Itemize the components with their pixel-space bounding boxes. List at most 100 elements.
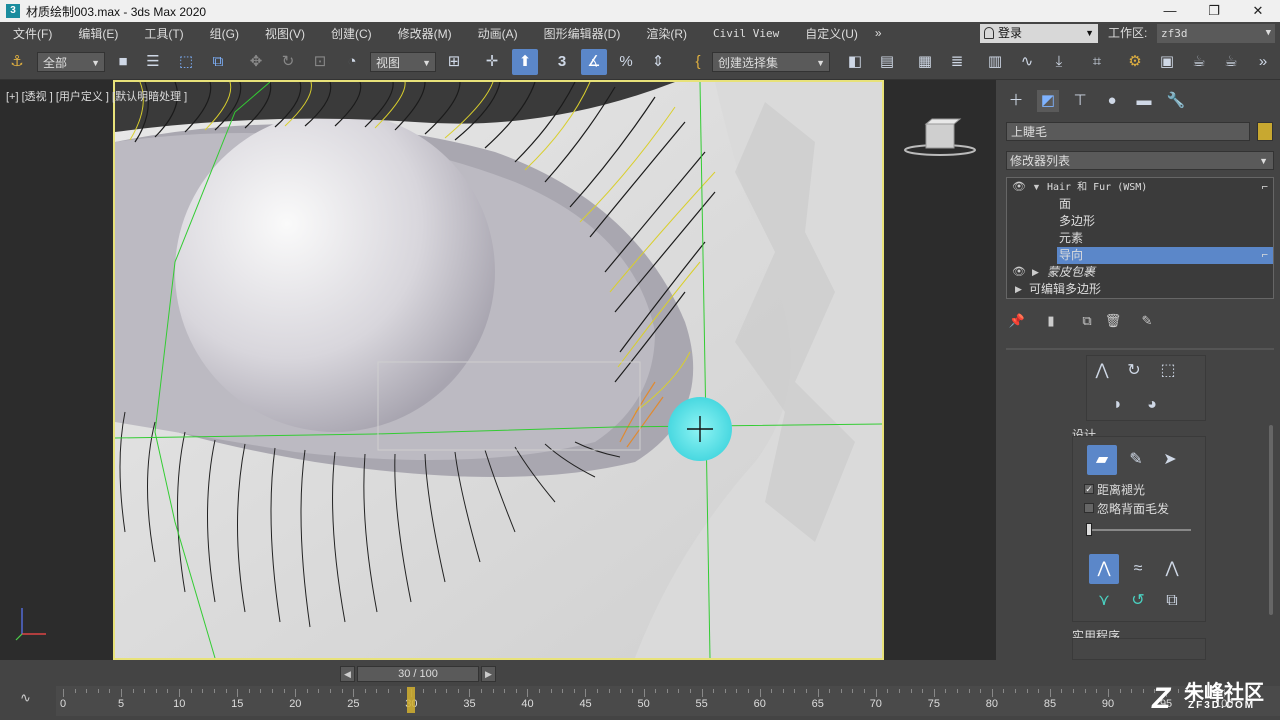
clump-brush-button[interactable]: ⋎ — [1089, 586, 1119, 616]
rotate-brush-button[interactable]: ↺ — [1123, 586, 1153, 616]
show-end-result-button[interactable]: ▮ — [1042, 312, 1060, 330]
translate-brush-button[interactable]: ⋀ — [1089, 554, 1119, 584]
time-slider[interactable]: ◀ 30 / 100 ▶ — [340, 666, 496, 682]
scene-explorer-button[interactable]: ▦ — [912, 49, 938, 75]
menu-views[interactable]: 视图(V) — [252, 25, 318, 42]
triangle-down-icon[interactable]: ▼ — [1032, 179, 1041, 196]
select-manipulate-button[interactable]: ✛ — [479, 49, 505, 75]
trash-icon[interactable]: 🗑 — [1104, 312, 1122, 330]
layer-explorer-button[interactable]: ≣ — [944, 49, 970, 75]
brush-tool-button[interactable]: ▰ — [1087, 445, 1117, 475]
eye-icon[interactable]: 👁 — [1012, 264, 1026, 281]
percent-snap-button[interactable]: % — [613, 49, 639, 75]
curve-editor-button[interactable]: ∿ — [1014, 49, 1040, 75]
render-iterative-button[interactable]: ☕ — [1218, 49, 1244, 75]
select-tool-button[interactable]: ➤ — [1155, 445, 1185, 475]
pin-stack-button[interactable]: 📌 — [1008, 312, 1026, 330]
scale-brush-button[interactable]: ⧉ — [1157, 586, 1187, 616]
minimize-button[interactable]: — — [1148, 0, 1192, 22]
viewport-label[interactable]: [+] [透视 ] [用户定义 ] [默认明暗处理 ] — [6, 88, 187, 104]
object-name-field[interactable]: 上睫毛 — [1006, 122, 1250, 141]
select-object-button[interactable]: ■ — [110, 49, 136, 75]
modifier-list-dropdown[interactable]: 修改器列表 ▼ — [1006, 151, 1274, 170]
ignore-back-hairs-checkbox[interactable] — [1084, 503, 1094, 513]
stack-subitem-polygon[interactable]: 多边形 — [1007, 213, 1273, 230]
rendered-frame-button[interactable]: ▣ — [1154, 49, 1180, 75]
spinner-snap-button[interactable]: ⇕ — [645, 49, 671, 75]
timeline-playhead[interactable] — [407, 687, 416, 713]
current-frame-value[interactable]: 30 / 100 — [357, 666, 479, 682]
menu-overflow-button[interactable]: » — [875, 26, 882, 40]
maximize-button[interactable]: ❐ — [1192, 0, 1236, 22]
display-tab[interactable]: ▬ — [1133, 90, 1155, 112]
mirror-button[interactable]: ◧ — [842, 49, 868, 75]
named-selection-dropdown[interactable]: 创建选择集 ▼ — [712, 52, 830, 72]
prev-frame-button[interactable]: ◀ — [340, 666, 355, 682]
invert-select-button[interactable]: ↻ — [1119, 356, 1149, 386]
angle-snap-button[interactable]: ∡ — [581, 49, 607, 75]
stack-item-skin-wrap[interactable]: 👁 ▶ 蒙皮包裹 — [1007, 264, 1273, 281]
stand-brush-button[interactable]: ≈ — [1123, 554, 1153, 584]
draw-tool-button[interactable]: ✎ — [1121, 445, 1151, 475]
align-button[interactable]: ▤ — [874, 49, 900, 75]
puff-brush-button[interactable]: ⋀ — [1157, 554, 1187, 584]
toolbar-overflow-button[interactable]: » — [1252, 49, 1274, 75]
move-button[interactable]: ✥ — [243, 49, 269, 75]
menu-rendering[interactable]: 渲染(R) — [633, 25, 700, 42]
menu-graph-editors[interactable]: 图形编辑器(D) — [531, 25, 634, 42]
hair-select-button[interactable]: ⋀ — [1087, 356, 1117, 386]
object-color-swatch[interactable] — [1257, 122, 1273, 141]
rotate-button[interactable]: ↻ — [275, 49, 301, 75]
keyboard-shortcut-override-button[interactable]: ⬆ — [512, 49, 538, 75]
stack-item-editable-poly[interactable]: ▶ 可编辑多边形 — [1007, 281, 1273, 298]
schematic-view-button[interactable]: ⌗ — [1084, 49, 1110, 75]
utilities-tab[interactable]: 🔧 — [1165, 90, 1187, 112]
eye-icon[interactable]: 👁 — [1012, 179, 1026, 196]
region-select-button[interactable]: ⬚ — [1153, 356, 1183, 386]
menu-modifiers[interactable]: 修改器(M) — [385, 25, 465, 42]
workspace-dropdown[interactable]: zf3d ▼ — [1157, 24, 1275, 43]
create-tab[interactable]: ＋ — [1005, 90, 1027, 112]
brush-size-slider[interactable] — [1087, 529, 1191, 531]
close-button[interactable]: ✕ — [1236, 0, 1280, 22]
grow-select-button[interactable]: ◗ — [1103, 390, 1133, 420]
stack-subitem-guides[interactable]: 导向 ⌐ — [1007, 247, 1273, 264]
menu-animation[interactable]: 动画(A) — [465, 25, 531, 42]
mini-curve-editor-icon[interactable]: ∿ — [20, 690, 31, 706]
stack-item-hair-fur[interactable]: 👁 ▼ Hair 和 Fur (WSM) ⌐ — [1007, 179, 1273, 196]
link-tool-button[interactable]: ⚓ — [4, 49, 30, 75]
distance-fade-checkbox[interactable]: ✓ — [1084, 484, 1094, 494]
dope-sheet-button[interactable]: ⤓ — [1046, 49, 1072, 75]
brush-size-slider-handle[interactable] — [1086, 523, 1092, 536]
render-production-button[interactable]: ☕ — [1186, 49, 1212, 75]
render-setup-button[interactable]: ⚙ — [1122, 49, 1148, 75]
rect-selection-button[interactable]: ⬚ — [173, 49, 199, 75]
menu-create[interactable]: 创建(C) — [318, 25, 385, 42]
stack-subitem-element[interactable]: 元素 — [1007, 230, 1273, 247]
login-dropdown[interactable]: 登录 ▼ — [980, 24, 1098, 43]
perspective-viewport[interactable] — [113, 80, 884, 660]
menu-customize[interactable]: 自定义(U) — [792, 25, 871, 42]
toggle-ribbon-button[interactable]: ▥ — [982, 49, 1008, 75]
selection-filter-dropdown[interactable]: 全部 ▼ — [37, 52, 105, 72]
stack-subitem-face[interactable]: 面 — [1007, 196, 1273, 213]
triangle-right-icon[interactable]: ▶ — [1015, 281, 1022, 298]
hierarchy-tab[interactable]: ⊤ — [1069, 90, 1091, 112]
make-unique-button[interactable]: ⧉ — [1078, 312, 1096, 330]
menu-file[interactable]: 文件(F) — [0, 25, 65, 42]
scale-button[interactable]: ⊡ — [307, 49, 333, 75]
modify-tab[interactable]: ◩ — [1037, 90, 1059, 112]
menu-edit[interactable]: 编辑(E) — [65, 25, 131, 42]
select-by-name-button[interactable]: ☰ — [140, 49, 166, 75]
viewcube[interactable] — [904, 118, 976, 158]
edit-named-selection-button[interactable]: { — [685, 49, 711, 75]
hide-select-button[interactable]: ◕ — [1137, 390, 1167, 420]
reference-coord-dropdown[interactable]: 视图 ▼ — [370, 52, 436, 72]
menu-civil-view[interactable]: Civil View — [700, 27, 792, 40]
pivot-center-button[interactable]: ⊞ — [441, 49, 467, 75]
snap-toggle-button[interactable]: 3 — [549, 49, 575, 75]
configure-sets-button[interactable]: ✎ — [1138, 312, 1156, 330]
menu-group[interactable]: 组(G) — [197, 25, 252, 42]
placement-button[interactable]: ◔ — [339, 49, 365, 75]
triangle-right-icon[interactable]: ▶ — [1032, 264, 1039, 281]
